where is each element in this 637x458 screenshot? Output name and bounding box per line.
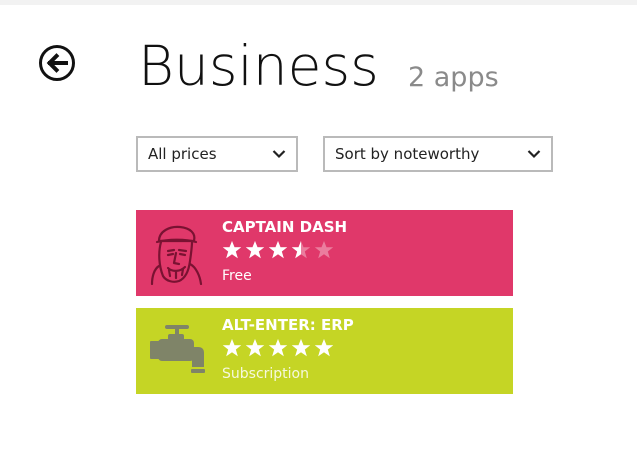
star-icon — [291, 339, 311, 357]
back-button[interactable] — [38, 44, 76, 82]
sort-dropdown[interactable]: Sort by noteworthy — [323, 136, 553, 172]
app-name: CAPTAIN DASH — [222, 218, 348, 236]
star-icon — [291, 241, 311, 259]
star-icon — [314, 241, 334, 259]
star-icon — [222, 241, 242, 259]
chevron-down-icon — [527, 150, 541, 159]
captain-portrait-icon — [150, 225, 203, 285]
star-icon — [268, 339, 288, 357]
star-icon — [268, 241, 288, 259]
app-name: ALT-ENTER: ERP — [222, 316, 354, 334]
app-price: Free — [222, 268, 252, 284]
price-filter-dropdown[interactable]: All prices — [136, 136, 298, 172]
star-icon — [245, 241, 265, 259]
top-strip — [0, 0, 637, 5]
star-icon — [314, 339, 334, 357]
price-filter-value: All prices — [148, 145, 217, 163]
chevron-down-icon — [272, 150, 286, 159]
star-rating — [222, 338, 334, 360]
sort-value: Sort by noteworthy — [335, 145, 480, 163]
back-arrow-icon — [39, 45, 75, 81]
page-title: Business — [138, 34, 379, 98]
star-icon — [245, 339, 265, 357]
star-rating — [222, 240, 334, 262]
app-price: Subscription — [222, 366, 309, 382]
app-count: 2 apps — [408, 62, 499, 93]
app-tile-alt-enter-erp[interactable]: ALT-ENTER: ERP Subscription — [136, 308, 513, 394]
star-icon — [222, 339, 242, 357]
app-tile-captain-dash[interactable]: CAPTAIN DASH Free — [136, 210, 513, 296]
water-faucet-icon — [150, 325, 205, 373]
